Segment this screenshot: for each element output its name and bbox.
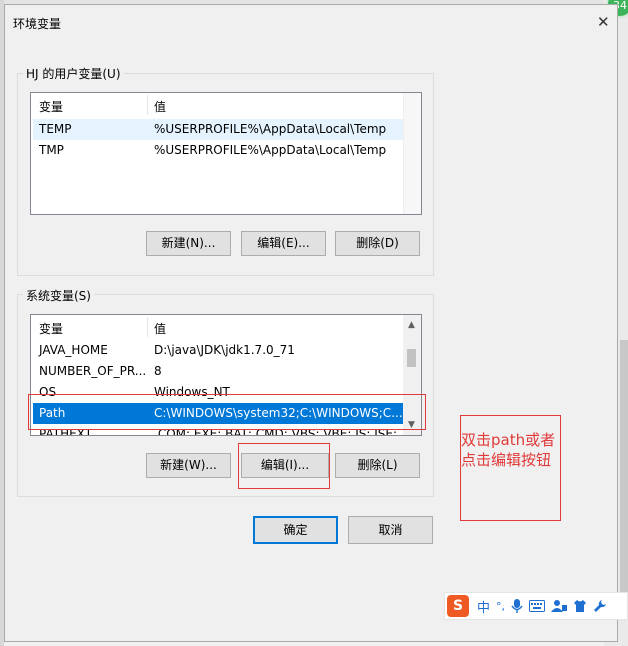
annotation-text: 双击path或者 点击编辑按钮 xyxy=(461,430,555,470)
list-item[interactable]: OS Windows_NT xyxy=(33,382,403,403)
cancel-button[interactable]: 取消 xyxy=(348,516,433,544)
list-item[interactable]: TEMP %USERPROFILE%\AppData\Local\Temp xyxy=(33,119,403,140)
user-new-button[interactable]: 新建(N)... xyxy=(146,231,231,256)
variable-name: JAVA_HOME xyxy=(39,343,108,357)
list-item[interactable]: NUMBER_OF_PR... 8 xyxy=(33,361,403,382)
scroll-thumb[interactable] xyxy=(407,349,416,367)
background-scrollbar xyxy=(620,340,628,620)
mic-icon[interactable] xyxy=(511,598,523,614)
user-variables-label: HJ 的用户变量(U) xyxy=(23,65,124,82)
variable-value: .COM;.EXE;.BAT;.CMD;.VBS;.VBE;.JS;.JSE;.… xyxy=(154,427,409,436)
user-card-icon[interactable] xyxy=(551,599,568,613)
punctuation-toggle[interactable]: °, xyxy=(496,600,505,613)
sogou-logo-icon[interactable]: S xyxy=(447,595,469,617)
ok-button[interactable]: 确定 xyxy=(253,516,338,544)
variable-value: 8 xyxy=(154,364,162,378)
variable-value: Windows_NT xyxy=(154,385,230,399)
system-edit-button[interactable]: 编辑(I)... xyxy=(241,453,329,478)
user-delete-button[interactable]: 删除(D) xyxy=(335,231,420,256)
input-mode-toggle[interactable]: 中 xyxy=(477,597,490,616)
shirt-icon[interactable] xyxy=(573,599,587,613)
list-item[interactable]: JAVA_HOME D:\java\JDK\jdk1.7.0_71 xyxy=(33,340,403,361)
ime-toolbar: S 中 °, xyxy=(444,592,628,620)
user-edit-button[interactable]: 编辑(E)... xyxy=(241,231,326,256)
variable-name: NUMBER_OF_PR... xyxy=(39,364,147,378)
column-header-value[interactable]: 值 xyxy=(154,320,166,337)
variable-name: PATHEXT xyxy=(39,427,93,436)
list-item-selected-path[interactable]: Path C:\WINDOWS\system32;C:\WINDOWS;C... xyxy=(33,403,403,424)
user-variables-list[interactable]: 变量 值 TEMP %USERPROFILE%\AppData\Local\Te… xyxy=(30,92,422,215)
variable-value: D:\java\JDK\jdk1.7.0_71 xyxy=(154,343,295,357)
variable-name: OS xyxy=(39,385,57,399)
variable-value: C:\WINDOWS\system32;C:\WINDOWS;C... xyxy=(154,406,403,420)
variable-value: %USERPROFILE%\AppData\Local\Temp xyxy=(154,122,387,136)
keyboard-icon[interactable] xyxy=(529,600,546,612)
annotation-line-2: 点击编辑按钮 xyxy=(461,451,552,469)
system-delete-button[interactable]: 删除(L) xyxy=(335,453,420,478)
column-divider[interactable] xyxy=(147,95,148,115)
column-header-variable[interactable]: 变量 xyxy=(39,320,63,337)
column-divider[interactable] xyxy=(147,317,148,337)
system-variables-list[interactable]: 变量 值 JAVA_HOME D:\java\JDK\jdk1.7.0_71 N… xyxy=(30,314,422,436)
list-header: 变量 值 xyxy=(31,315,421,339)
column-header-variable[interactable]: 变量 xyxy=(39,98,63,115)
close-icon[interactable]: ✕ xyxy=(597,13,610,31)
variable-value: %USERPROFILE%\AppData\Local\Temp xyxy=(154,143,387,157)
list-item[interactable]: PATHEXT .COM;.EXE;.BAT;.CMD;.VBS;.VBE;.J… xyxy=(33,424,408,436)
system-variables-label: 系统变量(S) xyxy=(23,287,94,304)
column-header-value[interactable]: 值 xyxy=(154,98,166,115)
environment-variables-dialog: 环境变量 ✕ HJ 的用户变量(U) 变量 值 TEMP %USERPROFIL… xyxy=(4,4,618,642)
variable-name: Path xyxy=(39,406,66,420)
list-scrollbar-track[interactable] xyxy=(403,93,421,214)
scroll-down-arrow-icon[interactable]: ▼ xyxy=(403,417,420,434)
annotation-line-1: 双击path或者 xyxy=(461,431,556,449)
list-header: 变量 值 xyxy=(31,93,421,117)
scroll-up-arrow-icon[interactable]: ▲ xyxy=(403,317,420,334)
list-vertical-scrollbar[interactable]: ▲ ▼ xyxy=(403,315,421,435)
system-new-button[interactable]: 新建(W)... xyxy=(146,453,231,478)
dialog-title: 环境变量 xyxy=(13,17,62,31)
wrench-icon[interactable] xyxy=(593,599,607,613)
variable-name: TEMP xyxy=(39,122,72,136)
list-item[interactable]: TMP %USERPROFILE%\AppData\Local\Temp xyxy=(33,140,403,161)
variable-name: TMP xyxy=(39,143,64,157)
